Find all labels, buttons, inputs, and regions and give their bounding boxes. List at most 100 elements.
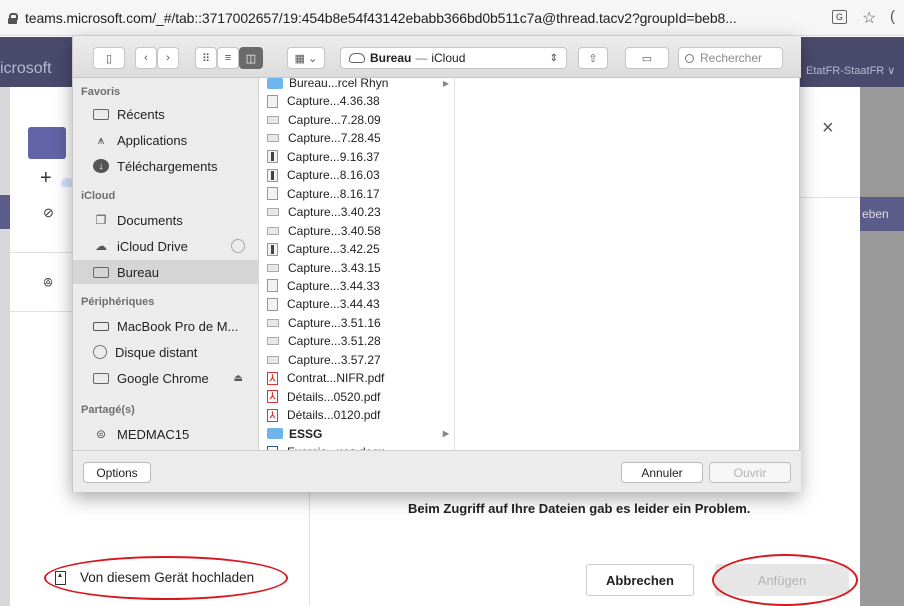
annotation-circle bbox=[44, 556, 288, 600]
sidebar-item-label: Google Chrome bbox=[117, 370, 209, 386]
back-button[interactable]: ‹ bbox=[135, 47, 157, 69]
file-name: Contrat...NIFR.pdf bbox=[287, 371, 385, 386]
eject-icon[interactable]: ⏏ bbox=[234, 373, 243, 384]
file-name: Capture...3.42.25 bbox=[287, 242, 380, 257]
dialog-toolbar: ▯ ‹ › ⠿ ≡ ◫ ▦ ⌄ Bureau — iCloud ⇕ ⇧ ▭ Re… bbox=[73, 36, 801, 78]
file-row[interactable]: Capture...3.51.16 bbox=[259, 314, 454, 332]
file-column[interactable]: Bureau...rcel Rhyn ▶ Capture...4.36.38 Capt… bbox=[259, 78, 455, 450]
file-name: Capture...8.16.17 bbox=[287, 186, 380, 201]
org-switcher[interactable]: EtatFR-StaatFR ∨ bbox=[806, 64, 895, 77]
share-button[interactable]: ⇧ bbox=[578, 47, 608, 69]
sidebar-item-label: MacBook Pro de M... bbox=[117, 318, 239, 334]
sidebar-item-label: Téléchargements bbox=[117, 158, 218, 174]
sidebar-item-downloads[interactable]: ↓ Téléchargements bbox=[73, 154, 259, 178]
link-icon[interactable]: ⊘ bbox=[43, 205, 54, 221]
file-row[interactable]: aExercic...ues.docx bbox=[259, 443, 454, 450]
file-row[interactable]: Capture...3.44.43 bbox=[259, 295, 454, 313]
file-row[interactable]: Capture...3.43.15 bbox=[259, 259, 454, 277]
image-file-icon bbox=[267, 297, 278, 311]
cancel-button[interactable]: Abbrechen bbox=[586, 564, 694, 596]
icon-view-button[interactable]: ⠿ bbox=[195, 47, 217, 69]
file-row[interactable]: Capture...3.44.33 bbox=[259, 277, 454, 295]
sidebar-item-remote-disc[interactable]: Disque distant bbox=[73, 340, 259, 364]
sidebar-item-medmac15[interactable]: ⊜ MEDMAC15 bbox=[73, 422, 259, 446]
file-row[interactable]: Capture...8.16.03 bbox=[259, 166, 454, 184]
sidebar-item-icloud-drive[interactable]: ☁ iCloud Drive bbox=[73, 234, 259, 258]
cloud-icon: ☁ bbox=[95, 239, 107, 253]
file-name: Capture...3.51.28 bbox=[288, 334, 381, 349]
location-popup[interactable]: Bureau — iCloud ⇕ bbox=[340, 47, 567, 69]
image-file-icon bbox=[267, 168, 278, 182]
image-file-icon bbox=[267, 355, 279, 364]
image-file-icon bbox=[267, 263, 279, 272]
file-name: Capture...3.40.58 bbox=[288, 223, 381, 238]
cancel-button[interactable]: Annuler bbox=[621, 462, 703, 483]
tag-button[interactable]: ▭ bbox=[625, 47, 669, 69]
teams-brand: icrosoft bbox=[0, 60, 52, 77]
file-name: Capture...3.44.33 bbox=[287, 278, 380, 293]
sidebar-item-label: Disque distant bbox=[115, 344, 198, 360]
location-separator: — bbox=[415, 51, 428, 65]
sidebar-item-recents[interactable]: Récents bbox=[73, 102, 259, 126]
image-file-icon bbox=[267, 226, 279, 235]
teams-left-marker bbox=[0, 195, 10, 229]
browser-address-bar[interactable]: teams.microsoft.com/_#/tab::3717002657/1… bbox=[0, 0, 904, 36]
file-row[interactable]: Bureau...rcel Rhyn ▶ bbox=[259, 78, 454, 92]
section-devices: Périphériques bbox=[81, 296, 155, 308]
sidebar-item-label: Documents bbox=[117, 212, 183, 228]
file-row[interactable]: Capture...3.40.58 bbox=[259, 222, 454, 240]
file-name: Bureau...rcel Rhyn bbox=[289, 78, 389, 90]
file-name: Capture...9.16.37 bbox=[287, 149, 380, 164]
file-row[interactable]: Capture...3.42.25 bbox=[259, 240, 454, 258]
sidebar-item-applications[interactable]: ⩚ Applications bbox=[73, 128, 259, 152]
file-name: Capture...4.36.38 bbox=[287, 94, 380, 109]
file-row[interactable]: ⅄ Détails...0520.pdf bbox=[259, 388, 454, 406]
file-row[interactable]: Capture...9.16.37 bbox=[259, 148, 454, 166]
section-shared: Partagé(s) bbox=[81, 404, 135, 416]
cloud-icon bbox=[349, 53, 365, 63]
file-row[interactable]: Capture...4.36.38 bbox=[259, 92, 454, 110]
search-field[interactable]: Rechercher bbox=[678, 47, 783, 69]
group-by-button[interactable]: ▦ ⌄ bbox=[287, 47, 325, 69]
location-name: Bureau bbox=[370, 51, 412, 65]
updown-chevron-icon: ⇕ bbox=[549, 52, 558, 64]
sidebar-item-google-chrome[interactable]: Google Chrome ⏏ bbox=[73, 366, 259, 390]
sidebar-item-documents[interactable]: ❐ Documents bbox=[73, 208, 259, 232]
pdf-file-icon: ⅄ bbox=[267, 371, 278, 385]
list-view-button[interactable]: ≡ bbox=[217, 47, 239, 69]
column-view-button[interactable]: ◫ bbox=[239, 47, 263, 69]
bookmark-star-icon[interactable]: ☆ bbox=[862, 8, 876, 28]
close-icon[interactable]: × bbox=[822, 117, 834, 140]
file-row[interactable]: Capture...3.57.27 bbox=[259, 351, 454, 369]
onedrive-nav-item[interactable] bbox=[28, 127, 74, 187]
teams-group-icon[interactable]: ꔮ bbox=[43, 275, 53, 291]
file-row[interactable]: Capture...3.40.23 bbox=[259, 203, 454, 221]
file-row[interactable]: ⅄ Contrat...NIFR.pdf bbox=[259, 369, 454, 387]
folder-icon bbox=[267, 428, 283, 440]
translate-extension-icon[interactable]: G bbox=[832, 10, 847, 24]
image-file-icon bbox=[267, 279, 278, 293]
teams-right-button-fragment[interactable]: eben bbox=[860, 197, 904, 231]
open-button[interactable]: Ouvrir bbox=[709, 462, 791, 483]
file-name: Capture...7.28.45 bbox=[288, 131, 381, 146]
file-row[interactable]: ⅄ Détails...0120.pdf bbox=[259, 406, 454, 424]
options-button[interactable]: Options bbox=[83, 462, 151, 483]
url-text[interactable]: teams.microsoft.com/_#/tab::3717002657/1… bbox=[25, 10, 737, 26]
file-row[interactable]: Capture...7.28.09 bbox=[259, 111, 454, 129]
pdf-file-icon: ⅄ bbox=[267, 390, 278, 404]
file-row[interactable]: Capture...7.28.45 bbox=[259, 129, 454, 147]
file-name: Capture...3.40.23 bbox=[288, 205, 381, 220]
sidebar-toggle-button[interactable]: ▯ bbox=[93, 47, 125, 69]
sidebar-item-label: MEDMAC15 bbox=[117, 426, 190, 442]
plus-icon[interactable]: + bbox=[40, 167, 52, 190]
sidebar-item-macbook[interactable]: MacBook Pro de M... bbox=[73, 314, 259, 338]
file-row[interactable]: Capture...3.51.28 bbox=[259, 332, 454, 350]
forward-button[interactable]: › bbox=[157, 47, 179, 69]
image-file-icon bbox=[267, 134, 279, 143]
more-icon[interactable]: ( bbox=[890, 8, 895, 25]
sidebar-item-bureau[interactable]: Bureau bbox=[73, 260, 259, 284]
file-row[interactable]: Capture...8.16.17 bbox=[259, 185, 454, 203]
file-name: Capture...3.51.16 bbox=[288, 315, 381, 330]
sidebar-item-label: iCloud Drive bbox=[117, 238, 188, 254]
file-row[interactable]: ESSG ▶ bbox=[259, 425, 454, 443]
